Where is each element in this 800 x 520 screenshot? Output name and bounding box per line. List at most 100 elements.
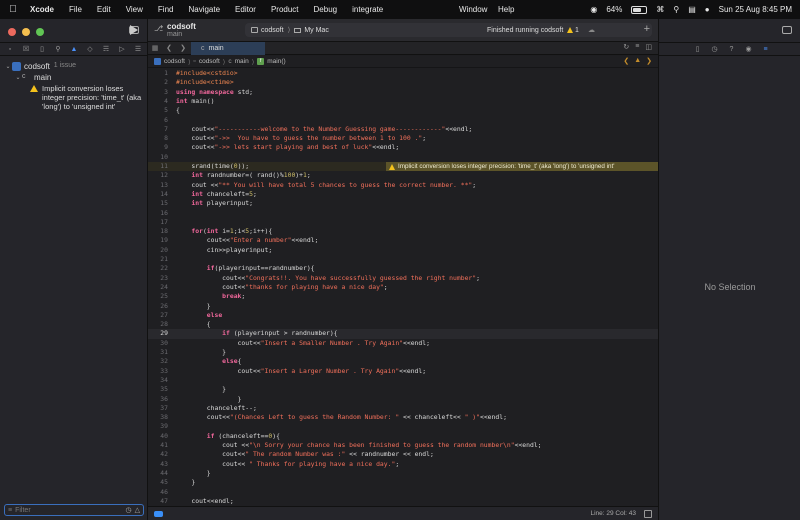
code-line[interactable]: 26 } (148, 302, 658, 311)
code-line[interactable]: 7 cout<<"-----------welcome to the Numbe… (148, 125, 658, 134)
code-line[interactable]: 40 if (chanceleft==0){ (148, 432, 658, 441)
code-line[interactable]: 11 srand(time(0)); Implicit conversion lo… (148, 162, 658, 172)
editor-options-icon[interactable]: ≡ (635, 43, 639, 51)
warning-count-badge[interactable]: 1 (567, 27, 579, 34)
menu-edit[interactable]: Edit (97, 5, 111, 14)
menu-navigate[interactable]: Navigate (188, 5, 220, 14)
warning-icon[interactable]: ▲ (634, 57, 641, 65)
run-button[interactable] (130, 25, 138, 35)
menu-product[interactable]: Product (271, 5, 299, 14)
test-icon[interactable]: ◇ (85, 44, 95, 54)
report-icon[interactable]: ☰ (133, 44, 143, 54)
chevron-down-icon[interactable]: ⌄ (4, 63, 12, 70)
jump-project[interactable]: codsoft (164, 58, 185, 65)
code-line[interactable]: 30 cout<<"Insert a Smaller Number . Try … (148, 339, 658, 348)
destination-selector[interactable]: My Mac (294, 27, 329, 34)
debug-icon[interactable]: ☴ (101, 44, 111, 54)
battery-icon[interactable] (631, 5, 648, 14)
menu-editor[interactable]: Editor (235, 5, 256, 14)
code-line[interactable]: 20 cin>>playerinput; (148, 246, 658, 255)
source-control-icon[interactable]: ☒ (21, 44, 31, 54)
recent-filter-icon[interactable]: ◷ (126, 506, 132, 514)
source-editor[interactable]: 1 #include<cstdio> 2 #include<ctime> 3 using … (148, 68, 658, 506)
menu-view[interactable]: View (126, 5, 143, 14)
add-icon[interactable]: + (644, 24, 650, 35)
code-line[interactable]: 22 if(playerinput==randnumber){ (148, 264, 658, 273)
code-line[interactable]: 37 chanceleft--; (148, 404, 658, 413)
menu-window[interactable]: Window (459, 5, 487, 14)
clock-datetime[interactable]: Sun 25 Aug 8:45 PM (719, 5, 792, 14)
code-line[interactable]: 16 (148, 209, 658, 218)
code-line[interactable]: 39 (148, 422, 658, 431)
code-line[interactable]: 45 } (148, 478, 658, 487)
code-line[interactable]: 33 cout<<"Insert a Larger Number . Try A… (148, 367, 658, 376)
code-line[interactable]: 13 cout <<"** You will have total 5 chan… (148, 181, 658, 190)
wifi-icon[interactable]: ⌘ (656, 5, 664, 14)
code-line[interactable]: 12 int randnumber=( rand()%100)+1; (148, 171, 658, 180)
tree-row-issue[interactable]: Implicit conversion loses integer precis… (0, 83, 148, 112)
menu-help[interactable]: Help (498, 5, 514, 14)
menu-app[interactable]: Xcode (30, 5, 54, 14)
code-line[interactable]: 36 } (148, 395, 658, 404)
code-line[interactable]: 17 (148, 218, 658, 227)
split-editor-icon[interactable]: ◫ (645, 43, 652, 51)
filter-input[interactable]: ≡ Filter ◷ △ (4, 504, 144, 516)
forward-icon[interactable]: ❯ (176, 44, 190, 52)
code-line[interactable]: 28 { (148, 320, 658, 329)
help-icon[interactable]: ? (727, 45, 736, 54)
jump-folder[interactable]: codsoft (199, 58, 220, 65)
inline-warning[interactable]: Implicit conversion loses integer precis… (386, 162, 658, 172)
code-line[interactable]: 15 int playerinput; (148, 199, 658, 208)
accessibility-icon[interactable]: ◉ (744, 45, 753, 54)
siri-icon[interactable]: ● (705, 5, 710, 14)
inspector-toggle-icon[interactable] (644, 509, 652, 518)
code-line[interactable]: 5{ (148, 106, 658, 115)
code-line[interactable]: 6 (148, 116, 658, 125)
history-icon[interactable]: ◷ (710, 45, 719, 54)
code-line[interactable]: 24 cout<<"thanks for playing have a nice… (148, 283, 658, 292)
tab-main[interactable]: c main (191, 42, 265, 55)
code-line[interactable]: 27 else (148, 311, 658, 320)
chevron-down-icon[interactable]: ⌄ (14, 74, 22, 81)
code-line[interactable]: 31 } (148, 348, 658, 357)
inspector-sidebar-toggle-icon[interactable] (782, 26, 792, 34)
code-line[interactable]: 41 cout <<"\n Sorry your chance has been… (148, 441, 658, 450)
code-line[interactable]: 46 (148, 488, 658, 497)
code-line[interactable]: 19 cout<<"Enter a number"<<endl; (148, 236, 658, 245)
record-icon[interactable]: ◉ (590, 5, 597, 14)
toolbar-project-name[interactable]: codsoft (167, 22, 196, 31)
code-line[interactable]: 43 cout<< " Thanks for playing have a ni… (148, 460, 658, 469)
toolbar-branch-name[interactable]: main (167, 31, 182, 38)
code-line[interactable]: 3 using namespace std; (148, 88, 658, 97)
tree-row-file[interactable]: ⌄ c main (0, 72, 148, 83)
code-line[interactable]: 29 if (playerinput > randnumber){ (148, 329, 658, 339)
code-line[interactable]: 8 cout<<"->> You have to guess the numbe… (148, 134, 658, 143)
code-line[interactable]: 38 cout<<"(Chances Left to guess the Ran… (148, 413, 658, 422)
code-line[interactable]: 25 break; (148, 292, 658, 301)
find-icon[interactable]: ⚲ (53, 44, 63, 54)
code-line[interactable]: 21 (148, 255, 658, 264)
code-line[interactable]: 35 } (148, 385, 658, 394)
code-line[interactable]: 2 #include<ctime> (148, 78, 658, 87)
menu-file[interactable]: File (69, 5, 82, 14)
grid-icon[interactable]: ▦ (148, 44, 162, 52)
apple-menu-icon[interactable]:  (8, 4, 18, 15)
jump-symbol[interactable]: main() (267, 58, 285, 65)
code-line[interactable]: 10 (148, 153, 658, 162)
code-line[interactable]: 14 int chanceleft=5; (148, 190, 658, 199)
next-issue-icon[interactable]: ❯ (646, 57, 652, 65)
code-line[interactable]: 42 cout<<" The random Number was :" << r… (148, 450, 658, 459)
refresh-icon[interactable]: ↻ (623, 43, 629, 51)
menu-integrate[interactable]: integrate (352, 5, 383, 14)
code-line[interactable]: 4 int main() (148, 97, 658, 106)
previous-issue-icon[interactable]: ❮ (623, 57, 629, 65)
bookmark-icon[interactable]: ▯ (37, 44, 47, 54)
issue-navigator-icon[interactable]: ▲ (69, 44, 79, 54)
back-icon[interactable]: ❮ (162, 44, 176, 52)
attributes-icon[interactable]: ≡ (761, 45, 770, 54)
code-line[interactable]: 9 cout<<"->> lets start playing and best… (148, 143, 658, 152)
control-center-icon[interactable]: ▤ (688, 5, 696, 14)
jump-file[interactable]: main (235, 58, 249, 65)
debug-area-toggle-icon[interactable] (154, 510, 163, 517)
zoom-window-button[interactable] (36, 28, 44, 36)
